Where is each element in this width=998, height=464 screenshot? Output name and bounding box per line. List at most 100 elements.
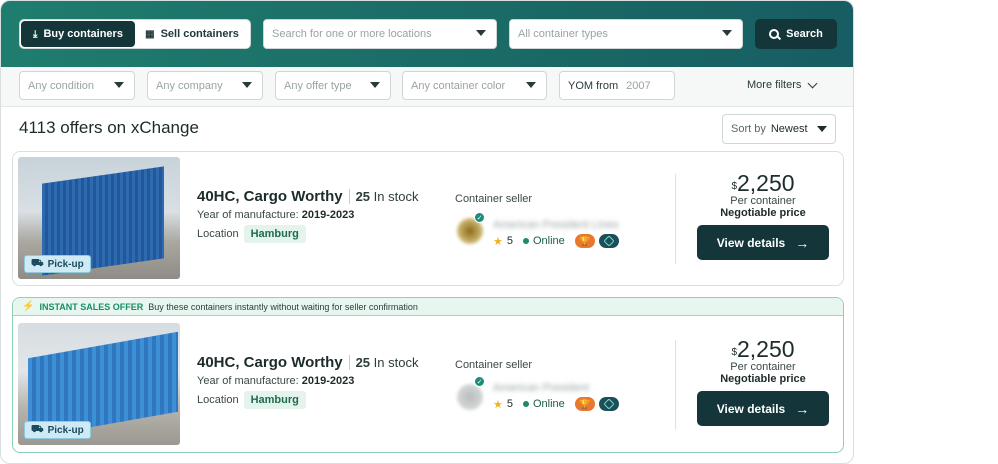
location-label: Location — [197, 394, 239, 406]
container-types-select[interactable]: All container types — [509, 19, 743, 49]
price-block: $2,250 Per container Negotiable price — [697, 338, 829, 386]
online-label: Online — [533, 398, 565, 410]
container-color-filter[interactable]: Any container color — [402, 71, 547, 100]
price-amount: $2,250 — [697, 172, 829, 195]
caret-down-icon — [114, 82, 124, 88]
seller-name[interactable]: American President Lines — [493, 219, 618, 231]
offer-title[interactable]: 40HC, Cargo Worthy 25 In stock — [197, 188, 418, 205]
offers-count: 4113 offers on xChange — [19, 118, 199, 137]
view-details-label: View details — [716, 235, 786, 250]
sort-value: Newest — [770, 123, 808, 135]
sell-containers-tab[interactable]: ▦ Sell containers — [135, 21, 249, 47]
company-filter[interactable]: Any company — [147, 71, 263, 100]
star-icon: ★ — [493, 235, 503, 248]
seller-avatar[interactable] — [457, 384, 483, 410]
negotiable-label: Negotiable price — [720, 207, 806, 219]
divider — [675, 174, 676, 264]
caret-down-icon — [722, 30, 732, 36]
trophy-icon: 🏆 — [574, 234, 595, 248]
view-details-label: View details — [716, 401, 786, 416]
app-window: ⤓ Buy containers ▦ Sell containers Searc… — [0, 0, 854, 464]
yom-from-input[interactable]: YOM from 2007 — [559, 71, 675, 100]
offer-card[interactable]: ⚡ INSTANT SALES OFFER Buy these containe… — [12, 297, 844, 453]
price-amount: $2,250 — [697, 338, 829, 361]
location-line: Location Hamburg — [197, 391, 306, 409]
online-dot-icon — [523, 401, 529, 407]
arrow-right-icon: → — [795, 234, 810, 251]
caret-down-icon — [526, 82, 536, 88]
seller-rating: ★ 5 — [493, 235, 513, 248]
star-icon: ★ — [493, 398, 503, 411]
trophy-icon: 🏆 — [574, 397, 595, 411]
chevron-down-icon — [807, 78, 818, 88]
yom-label: Year of manufacture: — [197, 375, 299, 387]
sell-containers-label: Sell containers — [160, 28, 239, 40]
container-types-placeholder: All container types — [518, 28, 608, 40]
rating-value: 5 — [506, 398, 513, 410]
locations-placeholder: Search for one or more locations — [272, 28, 432, 40]
offer-title-text: 40HC, Cargo Worthy — [197, 188, 343, 205]
condition-filter-value: Any condition — [28, 79, 95, 92]
arrow-right-icon: → — [795, 400, 810, 417]
price-value: 2,250 — [737, 170, 795, 196]
yom-from-label: YOM from — [568, 79, 619, 92]
location-line: Location Hamburg — [197, 225, 306, 243]
seller-label: Container seller — [455, 359, 533, 371]
view-details-button[interactable]: View details → — [697, 225, 829, 260]
grid-icon: ▦ — [145, 28, 155, 40]
stock-info: 25 In stock — [348, 189, 419, 204]
caret-down-icon — [817, 126, 827, 132]
stock-text: In stock — [373, 355, 419, 370]
buy-sell-toggle: ⤓ Buy containers ▦ Sell containers — [19, 19, 251, 49]
online-dot-icon — [523, 238, 529, 244]
pickup-label: Pick-up — [47, 258, 84, 270]
hexagon-badge-icon — [598, 234, 619, 248]
search-button-label: Search — [786, 28, 823, 40]
online-status: Online — [523, 398, 565, 410]
more-filters-label: More filters — [747, 79, 802, 91]
instant-sales-tag: INSTANT SALES OFFER — [39, 301, 144, 312]
seller-badges: 🏆 — [574, 234, 619, 248]
person-icon: ⛟ — [31, 423, 44, 435]
person-icon: ⛟ — [31, 257, 44, 269]
yom-line: Year of manufacture: 2019-2023 — [197, 375, 354, 387]
view-details-button[interactable]: View details → — [697, 391, 829, 426]
seller-name[interactable]: American President — [493, 382, 589, 394]
search-button[interactable]: Search — [755, 19, 837, 49]
filter-row: Any condition Any company Any offer type… — [1, 67, 853, 107]
price-unit: Per container — [730, 361, 796, 373]
sort-label: Sort by — [731, 123, 766, 135]
location-chip: Hamburg — [243, 225, 306, 243]
location-chip: Hamburg — [243, 391, 306, 409]
instant-sales-banner: ⚡ INSTANT SALES OFFER Buy these containe… — [13, 298, 843, 316]
yom-value: 2019-2023 — [301, 375, 355, 387]
online-label: Online — [533, 235, 565, 247]
verified-check-icon: ✓ — [474, 212, 485, 223]
yom-label: Year of manufacture: — [197, 209, 299, 221]
currency-symbol: $ — [731, 347, 737, 358]
company-filter-value: Any company — [156, 79, 223, 92]
buy-containers-tab[interactable]: ⤓ Buy containers — [21, 21, 135, 47]
search-icon — [769, 29, 780, 39]
offer-type-filter[interactable]: Any offer type — [275, 71, 391, 100]
offer-card[interactable]: ⛟ Pick-up 40HC, Cargo Worthy 25 In stock… — [12, 151, 844, 286]
seller-stats: ★ 5 Online 🏆 — [493, 397, 619, 411]
condition-filter[interactable]: Any condition — [19, 71, 135, 100]
pickup-badge: ⛟ Pick-up — [24, 255, 91, 273]
container-photo[interactable]: ⛟ Pick-up — [18, 323, 180, 445]
negotiable-label: Negotiable price — [720, 373, 806, 385]
caret-down-icon — [476, 30, 486, 36]
price-unit: Per container — [730, 195, 796, 207]
offer-title[interactable]: 40HC, Cargo Worthy 25 In stock — [197, 354, 418, 371]
seller-rating: ★ 5 — [493, 398, 513, 411]
container-photo[interactable]: ⛟ Pick-up — [18, 157, 180, 279]
verified-check-icon: ✓ — [474, 376, 485, 387]
stock-text: In stock — [373, 189, 419, 204]
sort-select[interactable]: Sort by Newest — [722, 114, 836, 144]
caret-down-icon — [242, 82, 252, 88]
locations-select[interactable]: Search for one or more locations — [263, 19, 497, 49]
offer-type-filter-value: Any offer type — [284, 79, 352, 92]
more-filters-button[interactable]: More filters — [747, 78, 818, 91]
buy-containers-label: Buy containers — [43, 28, 123, 40]
pickup-label: Pick-up — [47, 424, 84, 436]
